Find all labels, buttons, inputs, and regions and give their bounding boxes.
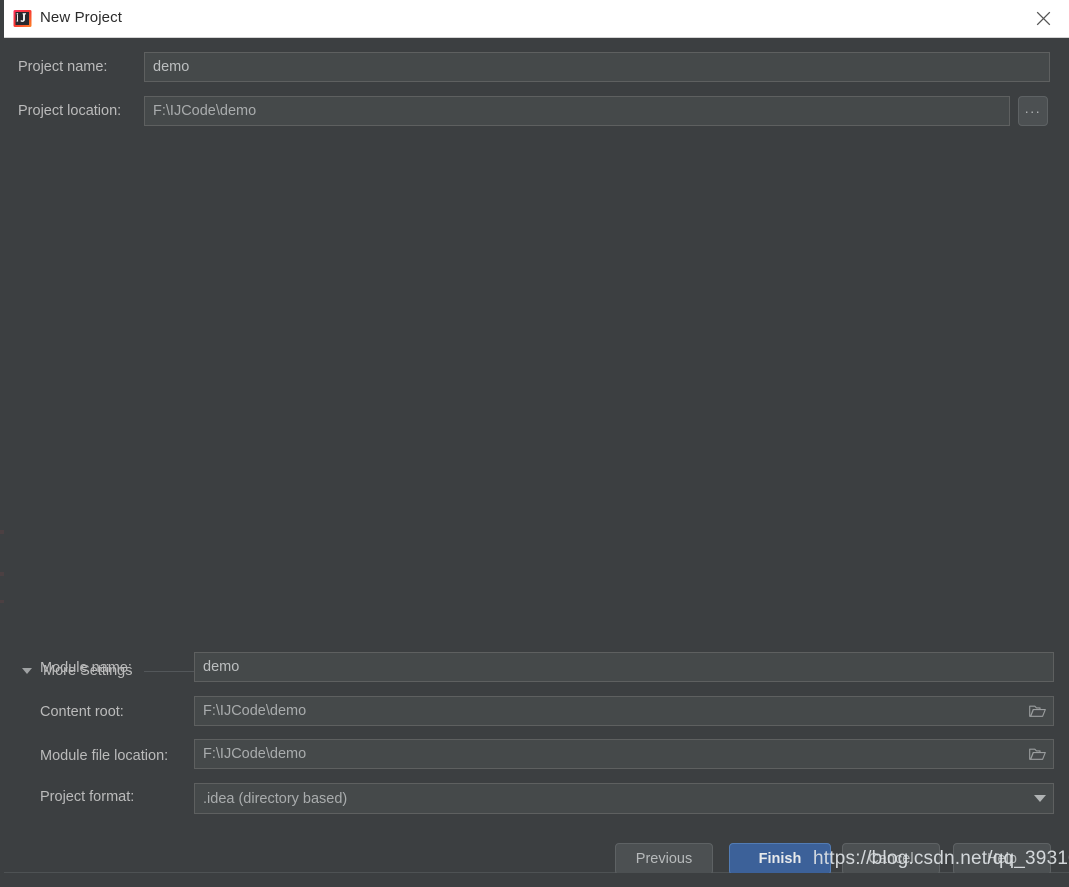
ellipsis-icon: ... <box>1024 100 1042 116</box>
module-name-label: Module name: <box>40 660 132 676</box>
module-file-location-input[interactable]: F:\IJCode\demo <box>194 739 1054 769</box>
project-format-label: Project format: <box>40 789 135 805</box>
title-bar: New Project <box>4 0 1069 38</box>
project-location-value: F:\IJCode\demo <box>153 103 257 119</box>
window-title: New Project <box>40 9 122 26</box>
content-root-value: F:\IJCode\demo <box>203 703 307 719</box>
help-button[interactable]: Help <box>953 843 1051 875</box>
triangle-down-icon <box>22 668 32 674</box>
module-file-location-label: Module file location: <box>40 748 169 764</box>
close-icon[interactable] <box>1021 0 1065 37</box>
project-name-label: Project name: <box>18 59 108 75</box>
cancel-button[interactable]: Cancel <box>842 843 940 875</box>
folder-icon[interactable] <box>1029 747 1046 761</box>
project-format-select[interactable]: .idea (directory based) <box>194 783 1054 814</box>
project-name-value: demo <box>153 59 190 75</box>
project-location-input[interactable]: F:\IJCode\demo <box>144 96 1010 126</box>
content-root-input[interactable]: F:\IJCode\demo <box>194 696 1054 726</box>
project-format-value: .idea (directory based) <box>203 790 348 807</box>
chevron-down-icon[interactable] <box>1034 795 1046 802</box>
project-location-label: Project location: <box>18 103 122 119</box>
project-name-input[interactable]: demo <box>144 52 1050 82</box>
content-root-label: Content root: <box>40 704 124 720</box>
dialog-content: Project name: demo Project location: F:\… <box>4 38 1069 875</box>
window-bottom-edge <box>0 873 1069 887</box>
finish-button[interactable]: Finish <box>729 843 831 875</box>
intellij-idea-icon <box>13 9 32 28</box>
previous-button[interactable]: Previous <box>615 843 713 875</box>
module-name-input[interactable]: demo <box>194 652 1054 682</box>
project-location-browse-button[interactable]: ... <box>1018 96 1048 126</box>
folder-icon[interactable] <box>1029 704 1046 718</box>
module-file-location-value: F:\IJCode\demo <box>203 746 307 762</box>
new-project-dialog-window: New Project Project name: demo Project l… <box>0 0 1069 887</box>
module-name-value: demo <box>203 659 240 675</box>
